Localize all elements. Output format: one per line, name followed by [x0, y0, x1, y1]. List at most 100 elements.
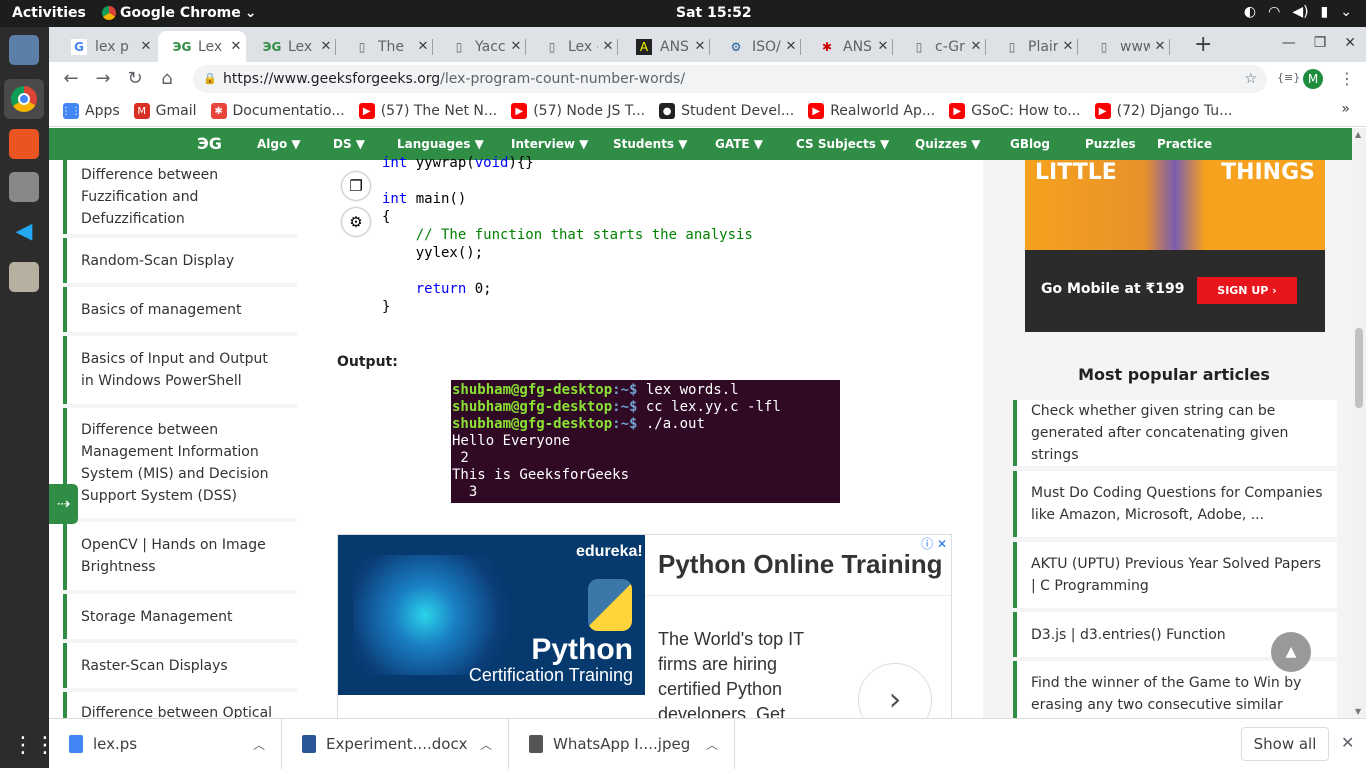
chrome-dock-icon[interactable]: [4, 79, 44, 119]
system-tray[interactable]: ◐ ◠ ◀) ▮ ⌄: [1244, 4, 1352, 20]
home-button[interactable]: ⌂: [155, 67, 179, 91]
bookmark-3[interactable]: ✱ Documentatio...: [210, 103, 345, 119]
chevron-up-icon[interactable]: ︿: [480, 736, 492, 753]
download-item[interactable]: lex.ps ︿: [49, 719, 282, 769]
popular-article-link[interactable]: Must Do Coding Questions for Companies l…: [1013, 471, 1337, 537]
menu-icon[interactable]: ⋮: [1339, 69, 1355, 88]
tab-4[interactable]: ▯ The ✕: [338, 31, 433, 62]
minimize-button[interactable]: —: [1282, 35, 1296, 51]
tab-close-icon[interactable]: ✕: [226, 39, 246, 54]
tab-close-icon[interactable]: ✕: [1150, 39, 1170, 54]
tab-12[interactable]: ▯ www ✕: [1080, 31, 1170, 62]
gfg-nav-item-6[interactable]: GATE ▼: [715, 137, 763, 151]
left-article-link[interactable]: Basics of management: [63, 287, 297, 332]
software-center-icon[interactable]: [9, 129, 39, 159]
image-viewer-icon[interactable]: [9, 262, 39, 292]
gfg-nav-item-7[interactable]: CS Subjects ▼: [796, 137, 889, 151]
ad-next-arrow-icon[interactable]: ›: [858, 663, 932, 718]
promo-banner[interactable]: LITTLE THINGS Go Mobile at ₹199 SIGN UP …: [1025, 160, 1325, 334]
settings-icon[interactable]: [9, 172, 39, 202]
tab-close-icon[interactable]: ✕: [1058, 39, 1078, 54]
tab-6[interactable]: ▯ Lex -✕: [528, 31, 618, 62]
tab-8[interactable]: ⚙ ISO/✕: [712, 31, 801, 62]
forward-button[interactable]: →: [91, 67, 115, 91]
bookmark-4[interactable]: ▶ (57) The Net N...: [358, 103, 497, 119]
tab-2[interactable]: ЭG Lex I✕: [158, 31, 246, 62]
back-button[interactable]: ←: [59, 67, 83, 91]
scroll-to-top-button[interactable]: ▲: [1271, 632, 1311, 672]
gfg-nav-item-9[interactable]: GBlog: [1010, 137, 1050, 151]
sidebar-toggle-button[interactable]: ⇢: [49, 484, 78, 524]
chevron-up-icon[interactable]: ︿: [253, 736, 265, 753]
gfg-nav-item-5[interactable]: Students ▼: [613, 137, 687, 151]
gfg-nav-item-2[interactable]: DS ▼: [333, 137, 365, 151]
files-icon[interactable]: [9, 35, 39, 65]
tab-3[interactable]: ЭG Lex p✕: [248, 31, 336, 62]
tab-close-icon[interactable]: ✕: [598, 39, 618, 54]
tab-close-icon[interactable]: ✕: [690, 39, 710, 54]
activities-button[interactable]: Activities: [12, 5, 86, 21]
left-article-link[interactable]: Raster-Scan Displays: [63, 643, 297, 688]
download-item[interactable]: Experiment....docx ︿: [282, 719, 509, 769]
tab-close-icon[interactable]: ✕: [873, 39, 893, 54]
bookmarks-overflow-icon[interactable]: »: [1341, 101, 1350, 117]
profile-avatar[interactable]: M: [1303, 69, 1323, 89]
tab-11[interactable]: ▯ Plair ✕: [988, 31, 1078, 62]
left-article-link[interactable]: Basics of Input and Output in Windows Po…: [63, 336, 297, 404]
gfg-nav-item-3[interactable]: Languages ▼: [397, 137, 484, 151]
popular-article-link[interactable]: Check whether given string can be genera…: [1013, 400, 1337, 466]
close-downloads-icon[interactable]: ✕: [1341, 733, 1354, 752]
scroll-up-arrow[interactable]: ▲: [1355, 130, 1361, 139]
scroll-thumb[interactable]: [1355, 328, 1363, 408]
bookmark-7[interactable]: ▶ Realworld Ap...: [808, 103, 935, 119]
tab-close-icon[interactable]: ✕: [506, 39, 526, 54]
gfg-nav-item-4[interactable]: Interview ▼: [511, 137, 588, 151]
promo-signup-button[interactable]: SIGN UP ›: [1197, 277, 1297, 304]
chevron-up-icon[interactable]: ︿: [706, 736, 718, 753]
tab-close-icon[interactable]: ✕: [316, 39, 336, 54]
maximize-button[interactable]: ❐: [1314, 35, 1327, 51]
left-article-link[interactable]: OpenCV | Hands on Image Brightness: [63, 522, 297, 590]
bookmark-6[interactable]: ● Student Devel...: [659, 103, 794, 119]
tab-5[interactable]: ▯ Yacc ✕: [435, 31, 526, 62]
left-article-link[interactable]: Difference between Management Informatio…: [63, 408, 297, 518]
ad-banner[interactable]: edureka! Python Certification Training ⓘ…: [337, 534, 952, 718]
gfg-nav-item-10[interactable]: Puzzles: [1085, 137, 1136, 151]
tab-7[interactable]: A ANS ✕: [620, 31, 710, 62]
scroll-down-arrow[interactable]: ▼: [1355, 707, 1361, 716]
bookmark-2[interactable]: M Gmail: [133, 103, 197, 119]
tab-close-icon[interactable]: ✕: [781, 39, 801, 54]
left-article-link[interactable]: Random-Scan Display: [63, 238, 297, 283]
address-bar[interactable]: 🔒 https://www.geeksforgeeks.org/lex-prog…: [193, 65, 1267, 93]
gfg-nav-item-8[interactable]: Quizzes ▼: [915, 137, 981, 151]
extension-icon[interactable]: {≡}: [1277, 71, 1300, 84]
tab-close-icon[interactable]: ✕: [413, 39, 433, 54]
left-article-link[interactable]: Storage Management: [63, 594, 297, 639]
tab-1[interactable]: Glex p ✕: [55, 31, 156, 62]
clock[interactable]: Sat 15:52: [676, 5, 752, 21]
tab-10[interactable]: ▯ c-Gr ✕: [895, 31, 986, 62]
close-window-button[interactable]: ✕: [1344, 35, 1356, 51]
gfg-nav-item-1[interactable]: Algo ▼: [257, 137, 301, 151]
left-article-link[interactable]: Difference between Fuzzification and Def…: [63, 160, 297, 234]
tab-close-icon[interactable]: ✕: [966, 39, 986, 54]
gfg-logo[interactable]: ЭG: [197, 134, 222, 153]
bookmark-star-icon[interactable]: ☆: [1244, 65, 1257, 93]
app-menu[interactable]: Google Chrome ⌄: [102, 5, 257, 21]
new-tab-button[interactable]: +: [1194, 32, 1212, 57]
bookmark-5[interactable]: ▶ (57) Node JS T...: [511, 103, 645, 119]
popular-article-link[interactable]: AKTU (UPTU) Previous Year Solved Papers …: [1013, 542, 1337, 608]
tab-close-icon[interactable]: ✕: [136, 39, 156, 54]
page-scrollbar[interactable]: ▲ ▼: [1352, 128, 1366, 718]
show-all-downloads-button[interactable]: Show all: [1241, 727, 1329, 761]
bookmark-8[interactable]: ▶ GSoC: How to...: [949, 103, 1081, 119]
download-item[interactable]: WhatsApp I....jpeg ︿: [509, 719, 735, 769]
reload-button[interactable]: ↻: [123, 67, 147, 91]
run-code-button[interactable]: ⚙: [342, 208, 370, 236]
gfg-nav-item-11[interactable]: Practice: [1157, 137, 1212, 151]
left-article-link[interactable]: Difference between Optical: [63, 692, 297, 718]
vscode-icon[interactable]: ◀: [9, 217, 39, 247]
tab-9[interactable]: ✱ ANS ✕: [803, 31, 893, 62]
copy-code-button[interactable]: ❐: [342, 172, 370, 200]
bookmark-1[interactable]: ⋮⋮ Apps: [61, 103, 120, 119]
